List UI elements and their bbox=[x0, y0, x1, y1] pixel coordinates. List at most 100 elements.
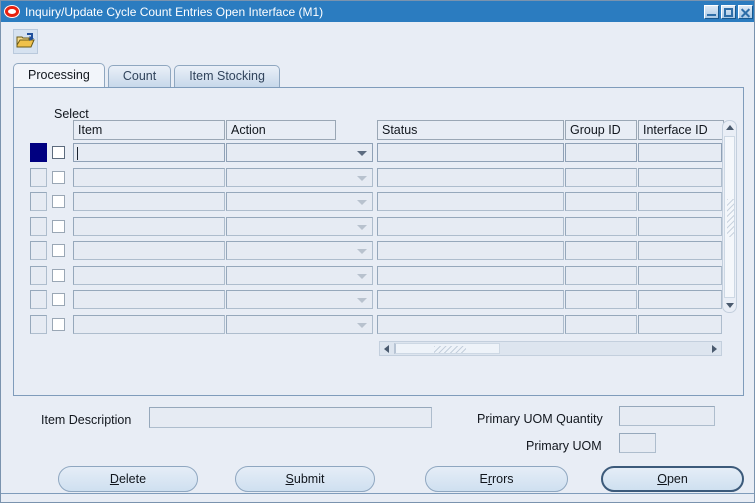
cell-interface-id[interactable] bbox=[638, 217, 722, 236]
primary-uom-field[interactable] bbox=[619, 433, 656, 453]
cell-action[interactable] bbox=[226, 143, 373, 162]
select-column-label: Select bbox=[54, 107, 89, 121]
chevron-down-icon[interactable] bbox=[357, 151, 367, 156]
cell-action[interactable] bbox=[226, 168, 373, 187]
cell-action[interactable] bbox=[226, 192, 373, 211]
maximize-button[interactable] bbox=[721, 4, 736, 19]
record-indicator[interactable] bbox=[30, 143, 47, 162]
cell-action[interactable] bbox=[226, 241, 373, 260]
chevron-down-icon[interactable] bbox=[357, 323, 367, 328]
cell-item[interactable] bbox=[73, 290, 225, 309]
scroll-up-icon[interactable] bbox=[723, 121, 736, 134]
column-header-status: Status bbox=[377, 120, 564, 140]
row-select-checkbox[interactable] bbox=[52, 318, 65, 331]
horizontal-scroll-thumb[interactable] bbox=[394, 343, 500, 354]
tab-item-stocking[interactable]: Item Stocking bbox=[174, 65, 280, 87]
grid-horizontal-scrollbar[interactable] bbox=[379, 341, 722, 356]
scroll-right-icon[interactable] bbox=[708, 342, 721, 355]
cell-interface-id[interactable] bbox=[638, 241, 722, 260]
cell-status[interactable] bbox=[377, 168, 564, 187]
cell-interface-id[interactable] bbox=[638, 315, 722, 334]
cell-item[interactable] bbox=[73, 168, 225, 187]
processing-canvas: Select Item Action Status Group ID Inter… bbox=[13, 87, 744, 396]
cell-item[interactable] bbox=[73, 266, 225, 285]
cell-action[interactable] bbox=[226, 315, 373, 334]
row-select-checkbox[interactable] bbox=[52, 293, 65, 306]
cell-group-id[interactable] bbox=[565, 192, 637, 211]
chevron-down-icon[interactable] bbox=[357, 249, 367, 254]
cell-group-id[interactable] bbox=[565, 168, 637, 187]
errors-button[interactable]: Errors bbox=[425, 466, 568, 492]
cell-item[interactable] bbox=[73, 143, 225, 162]
vertical-scroll-thumb[interactable] bbox=[724, 136, 735, 298]
chevron-down-icon[interactable] bbox=[357, 274, 367, 279]
cell-interface-id[interactable] bbox=[638, 266, 722, 285]
cell-status[interactable] bbox=[377, 266, 564, 285]
record-indicator[interactable] bbox=[30, 266, 47, 285]
close-button[interactable] bbox=[738, 4, 753, 19]
scroll-down-icon[interactable] bbox=[723, 299, 736, 312]
cell-status[interactable] bbox=[377, 315, 564, 334]
open-button[interactable]: Open bbox=[601, 466, 744, 492]
chevron-down-icon[interactable] bbox=[357, 298, 367, 303]
tab-count[interactable]: Count bbox=[107, 65, 172, 87]
grid-vertical-scrollbar[interactable] bbox=[722, 120, 737, 313]
cell-group-id[interactable] bbox=[565, 315, 637, 334]
cell-status[interactable] bbox=[377, 290, 564, 309]
cell-status[interactable] bbox=[377, 192, 564, 211]
cell-action[interactable] bbox=[226, 266, 373, 285]
row-select-checkbox[interactable] bbox=[52, 220, 65, 233]
primary-uom-quantity-label: Primary UOM Quantity bbox=[477, 412, 603, 426]
title-bar: Inquiry/Update Cycle Count Entries Open … bbox=[1, 1, 754, 22]
cell-group-id[interactable] bbox=[565, 217, 637, 236]
cell-interface-id[interactable] bbox=[638, 192, 722, 211]
chevron-down-icon[interactable] bbox=[357, 225, 367, 230]
cell-interface-id[interactable] bbox=[638, 143, 722, 162]
row-select-checkbox[interactable] bbox=[52, 269, 65, 282]
cell-status[interactable] bbox=[377, 143, 564, 162]
tab-processing-label: Processing bbox=[28, 68, 90, 82]
row-select-checkbox[interactable] bbox=[52, 195, 65, 208]
tab-item-stocking-label: Item Stocking bbox=[189, 69, 265, 83]
chevron-down-icon[interactable] bbox=[357, 200, 367, 205]
row-select-checkbox[interactable] bbox=[52, 171, 65, 184]
scroll-left-icon[interactable] bbox=[380, 342, 393, 355]
chevron-down-icon[interactable] bbox=[357, 176, 367, 181]
cell-group-id[interactable] bbox=[565, 290, 637, 309]
cell-group-id[interactable] bbox=[565, 241, 637, 260]
cell-status[interactable] bbox=[377, 241, 564, 260]
record-indicator[interactable] bbox=[30, 192, 47, 211]
submit-button[interactable]: Submit bbox=[235, 466, 375, 492]
record-indicator[interactable] bbox=[30, 217, 47, 236]
cell-action[interactable] bbox=[226, 217, 373, 236]
cell-action[interactable] bbox=[226, 290, 373, 309]
record-indicator[interactable] bbox=[30, 241, 47, 260]
open-folder-icon[interactable] bbox=[13, 29, 38, 54]
record-indicator[interactable] bbox=[30, 315, 47, 334]
primary-uom-quantity-field[interactable] bbox=[619, 406, 715, 426]
cell-interface-id[interactable] bbox=[638, 290, 722, 309]
delete-button[interactable]: Delete bbox=[58, 466, 198, 492]
delete-button-label: Delete bbox=[109, 472, 147, 486]
cell-group-id[interactable] bbox=[565, 266, 637, 285]
open-button-label: Open bbox=[657, 472, 688, 486]
cell-group-id[interactable] bbox=[565, 143, 637, 162]
record-indicator[interactable] bbox=[30, 290, 47, 309]
tab-strip: Processing Count Item Stocking bbox=[13, 63, 283, 87]
tab-processing[interactable]: Processing bbox=[13, 63, 105, 87]
row-select-checkbox[interactable] bbox=[52, 244, 65, 257]
item-description-field[interactable] bbox=[149, 407, 432, 428]
tab-count-label: Count bbox=[122, 69, 157, 83]
cell-item[interactable] bbox=[73, 217, 225, 236]
cell-interface-id[interactable] bbox=[638, 168, 722, 187]
cell-item[interactable] bbox=[73, 315, 225, 334]
row-select-checkbox[interactable] bbox=[52, 146, 65, 159]
submit-button-label: Submit bbox=[285, 472, 325, 486]
record-indicator[interactable] bbox=[30, 168, 47, 187]
scroll-thumb-grip-h bbox=[434, 346, 466, 353]
minimize-button[interactable] bbox=[704, 4, 719, 19]
cell-item[interactable] bbox=[73, 192, 225, 211]
cell-status[interactable] bbox=[377, 217, 564, 236]
toolbar bbox=[1, 22, 754, 60]
cell-item[interactable] bbox=[73, 241, 225, 260]
